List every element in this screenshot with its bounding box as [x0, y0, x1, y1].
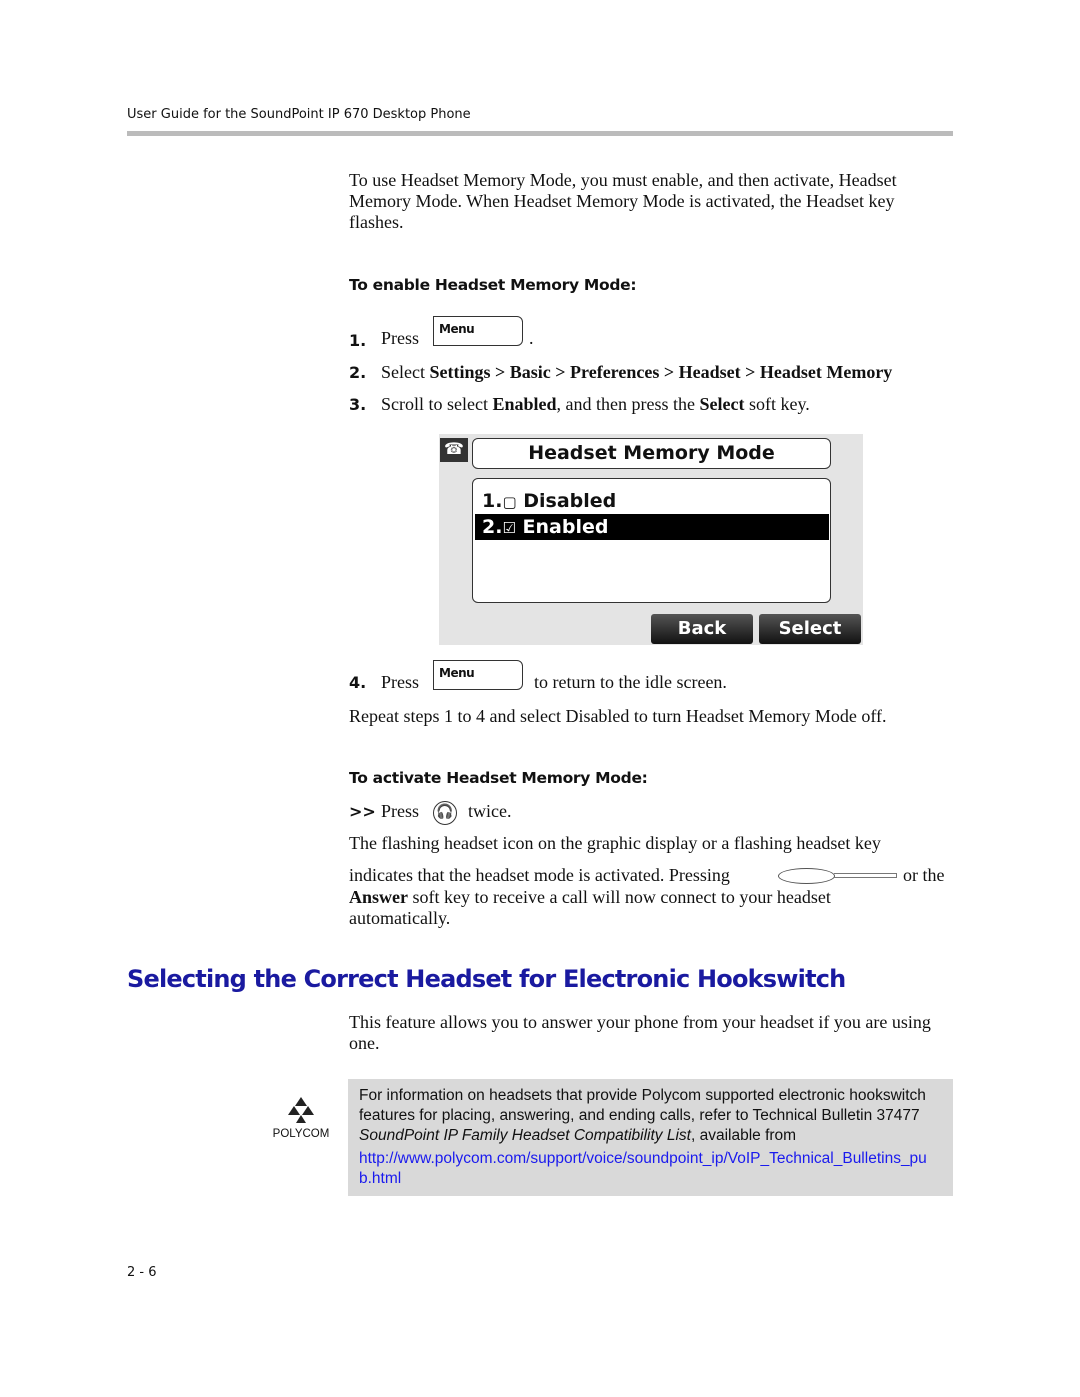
checked-box-icon: ☑ [502, 519, 516, 537]
step-1-number: 1. [349, 331, 367, 350]
activate-paragraph-2: indicates that the headset mode is activ… [349, 865, 945, 885]
option-list: 1.▢ Disabled 2.☑ Enabled [472, 478, 831, 603]
intro-paragraph: To use Headset Memory Mode, you must ena… [349, 170, 897, 232]
hookswitch-key-icon[interactable] [778, 868, 835, 884]
section-paragraph: This feature allows you to answer your p… [349, 1012, 931, 1053]
option-disabled[interactable]: 1.▢ Disabled [475, 488, 829, 514]
repeat-note: Repeat steps 1 to 4 and select Disabled … [349, 706, 887, 726]
note-box: For information on headsets that provide… [348, 1079, 953, 1196]
back-softkey[interactable]: Back [651, 614, 753, 644]
bulletin-link-cont[interactable]: b.html [359, 1169, 927, 1189]
section-heading: Selecting the Correct Headset for Electr… [127, 965, 846, 993]
step-3: 3. Scroll to select Enabled, and then pr… [349, 394, 810, 414]
step-4: 4. Press Menu to return to the idle scre… [349, 660, 727, 693]
polycom-logo: POLYCOM [268, 1097, 334, 1140]
running-header: User Guide for the SoundPoint IP 670 Des… [127, 107, 471, 122]
activate-heading: To activate Headset Memory Mode: [349, 769, 648, 787]
page-number: 2 - 6 [127, 1265, 157, 1280]
activate-paragraph-3: Answer soft key to receive a call will n… [349, 887, 831, 907]
page: User Guide for the SoundPoint IP 670 Des… [0, 0, 1080, 1397]
unchecked-box-icon: ▢ [502, 493, 517, 511]
activate-step: >> Press 🎧 twice. [349, 801, 511, 825]
select-softkey[interactable]: Select [759, 614, 861, 644]
step-2: 2. Select Settings > Basic > Preferences… [349, 362, 893, 382]
activate-paragraph-1: The flashing headset icon on the graphic… [349, 833, 881, 853]
menu-key[interactable]: Menu [433, 660, 523, 690]
headset-key-icon[interactable]: 🎧 [433, 801, 457, 825]
enable-heading: To enable Headset Memory Mode: [349, 276, 637, 294]
phone-screen: ☎ Headset Memory Mode 1.▢ Disabled 2.☑ E… [439, 434, 863, 645]
menu-key[interactable]: Menu [433, 316, 523, 346]
step-text: Press [381, 328, 420, 348]
phone-icon: ☎ [440, 438, 468, 462]
screen-title: Headset Memory Mode [472, 438, 831, 469]
bulletin-link[interactable]: http://www.polycom.com/support/voice/sou… [359, 1149, 927, 1169]
option-enabled[interactable]: 2.☑ Enabled [475, 514, 829, 540]
header-rule [127, 131, 953, 136]
